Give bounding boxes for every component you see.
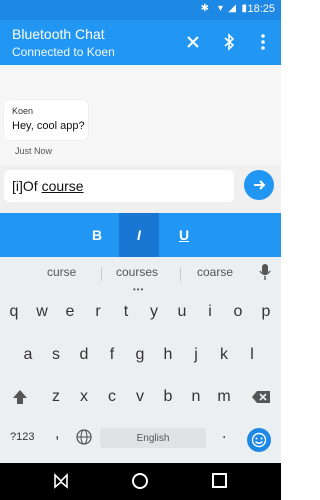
key-c[interactable]: c — [98, 383, 126, 411]
mic-icon — [259, 264, 271, 280]
key-i[interactable]: i — [196, 298, 224, 326]
globe-icon — [76, 429, 92, 445]
key-s[interactable]: s — [42, 341, 70, 369]
key-q[interactable]: q — [0, 298, 28, 326]
suggestion-strip: curse courses coarse ••• — [0, 257, 281, 294]
message-input-text: [i]Of course — [12, 178, 84, 194]
bluetooth-button[interactable] — [217, 30, 241, 54]
key-l[interactable]: l — [238, 341, 266, 369]
key-p[interactable]: p — [252, 298, 280, 326]
more-suggestions-icon[interactable]: ••• — [133, 285, 144, 294]
key-h[interactable]: h — [154, 341, 182, 369]
key-d[interactable]: d — [70, 341, 98, 369]
app-bar: Bluetooth Chat Connected to Koen — [0, 20, 281, 65]
emoji-icon — [251, 432, 267, 448]
connection-status: Connected to Koen — [12, 45, 115, 59]
message-bubble: Koen Hey, cool app? — [4, 100, 88, 140]
suggestion-item[interactable]: curse — [47, 265, 76, 279]
shift-key[interactable] — [6, 383, 34, 411]
chat-area: Koen Hey, cool app? Just Now — [0, 65, 281, 165]
arrow-right-icon — [254, 180, 266, 190]
app-title: Bluetooth Chat — [12, 26, 105, 42]
key-z[interactable]: z — [42, 383, 70, 411]
hide-keyboard-icon — [54, 473, 68, 489]
keyboard: curse courses coarse ••• qwertyuiop asdf… — [0, 257, 281, 463]
key-o[interactable]: o — [224, 298, 252, 326]
key-w[interactable]: w — [28, 298, 56, 326]
keyboard-row-2: asdfghjkl — [0, 341, 281, 369]
key-x[interactable]: x — [70, 383, 98, 411]
more-vert-icon — [261, 34, 265, 50]
composer: [i]Of course — [0, 165, 281, 213]
navigation-bar — [0, 463, 281, 500]
comma-key[interactable]: , — [55, 425, 59, 443]
key-a[interactable]: a — [14, 341, 42, 369]
key-v[interactable]: v — [126, 383, 154, 411]
shift-icon — [13, 390, 27, 404]
key-u[interactable]: u — [168, 298, 196, 326]
key-m[interactable]: m — [210, 383, 238, 411]
status-time: 18:25 — [247, 3, 275, 15]
more-options-button[interactable] — [251, 30, 275, 54]
close-button[interactable] — [181, 30, 205, 54]
message-text: Hey, cool app? — [12, 120, 85, 132]
signal-icon: ◢ — [228, 3, 236, 14]
close-icon — [187, 36, 199, 48]
suggestion-item[interactable]: courses — [116, 265, 158, 279]
language-key[interactable] — [76, 429, 92, 450]
backspace-key[interactable] — [246, 383, 276, 411]
key-f[interactable]: f — [98, 341, 126, 369]
status-bar: ✱ ▾ ◢ ▮ 18:25 — [0, 0, 281, 20]
key-k[interactable]: k — [210, 341, 238, 369]
recents-button[interactable] — [212, 473, 227, 488]
italic-button[interactable]: I — [119, 213, 159, 257]
period-key[interactable]: . — [222, 425, 226, 443]
keyboard-row-1: qwertyuiop — [0, 298, 281, 326]
keyboard-row-3: zxcvbnm — [0, 383, 281, 411]
input-current-word: course — [41, 178, 84, 194]
message-time: Just Now — [15, 146, 53, 156]
key-r[interactable]: r — [84, 298, 112, 326]
bluetooth-icon — [224, 33, 235, 51]
space-key[interactable]: English — [100, 428, 206, 448]
symbols-key[interactable]: ?123 — [10, 431, 34, 443]
message-input[interactable]: [i]Of course — [4, 170, 234, 202]
message-sender: Koen — [12, 106, 34, 116]
input-prefix: [i]Of — [12, 178, 38, 194]
key-e[interactable]: e — [56, 298, 84, 326]
bluetooth-status-icon: ✱ — [200, 3, 209, 14]
key-g[interactable]: g — [126, 341, 154, 369]
backspace-icon — [252, 391, 270, 403]
suggestion-divider — [180, 267, 181, 281]
home-button[interactable] — [132, 473, 148, 489]
send-button[interactable] — [244, 170, 274, 200]
mic-button[interactable] — [259, 263, 271, 286]
key-t[interactable]: t — [112, 298, 140, 326]
key-j[interactable]: j — [182, 341, 210, 369]
keyboard-hide-button[interactable] — [53, 473, 69, 494]
key-y[interactable]: y — [140, 298, 168, 326]
battery-icon: ▮ — [241, 3, 247, 14]
emoji-key[interactable] — [247, 428, 271, 452]
format-bar: B I U — [0, 213, 281, 257]
underline-button[interactable]: U — [164, 213, 204, 257]
wifi-icon: ▾ — [217, 3, 223, 14]
suggestion-divider — [101, 267, 102, 281]
suggestion-item[interactable]: coarse — [197, 265, 233, 279]
bold-button[interactable]: B — [77, 213, 117, 257]
key-b[interactable]: b — [154, 383, 182, 411]
key-n[interactable]: n — [182, 383, 210, 411]
